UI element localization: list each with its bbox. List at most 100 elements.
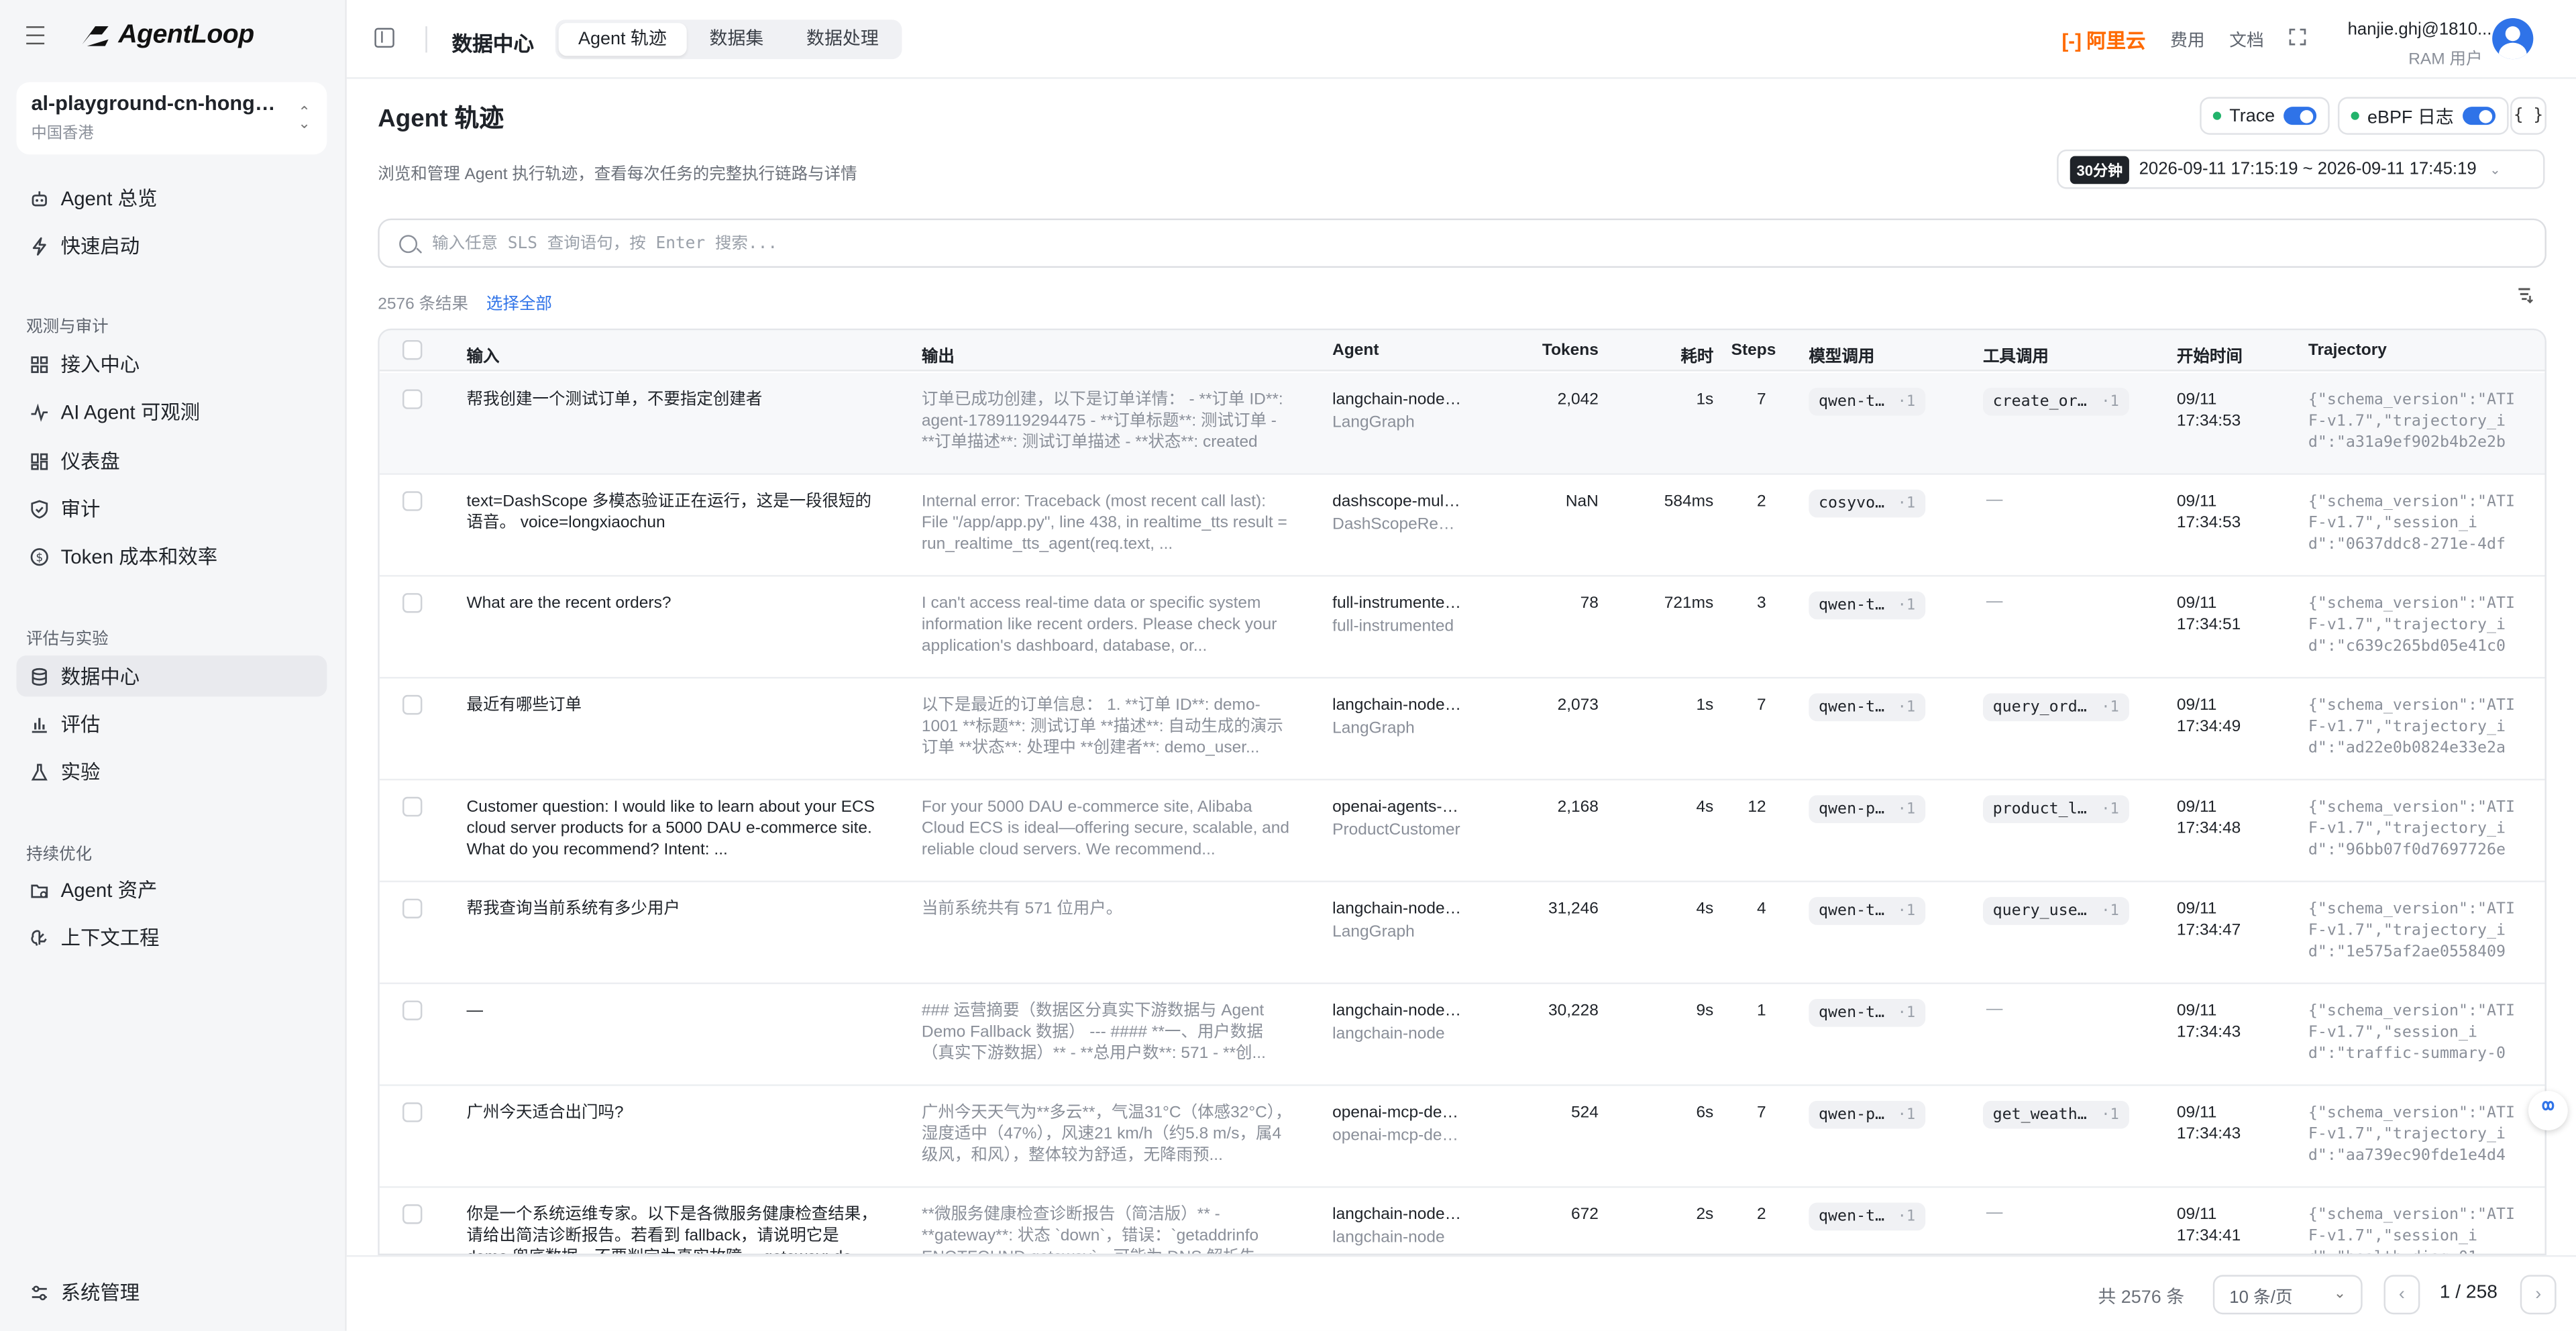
sidebar-item-evaluation[interactable]: 评估 bbox=[16, 703, 327, 744]
select-all-checkbox[interactable] bbox=[402, 339, 423, 360]
model-call-tag[interactable]: cosyvoice-v2 ·1 bbox=[1809, 489, 1925, 518]
cell-steps: 7 bbox=[1757, 696, 1766, 715]
avatar[interactable] bbox=[2492, 17, 2534, 60]
trace-toggle[interactable]: Trace bbox=[2200, 97, 2329, 135]
agent-name[interactable]: langchain-node-demo bbox=[1332, 695, 1464, 716]
row-checkbox[interactable] bbox=[402, 694, 423, 715]
agent-name[interactable]: full-instrumented-agent bbox=[1332, 593, 1464, 615]
tool-call-tag[interactable]: product_lookup ·1 bbox=[1982, 795, 2129, 823]
agent-name[interactable]: openai-agents-demo bbox=[1332, 797, 1464, 818]
sidebar-item-integration-center[interactable]: 接入中心 bbox=[16, 343, 327, 384]
billing-link[interactable]: 费用 bbox=[2170, 28, 2204, 53]
tab-datasets[interactable]: 数据集 bbox=[690, 23, 784, 56]
time-range-picker[interactable]: 30分钟 2026-09-11 17:15:19 ~ 2026-09-11 17… bbox=[2057, 149, 2545, 189]
bar-chart-icon bbox=[30, 714, 49, 733]
cell-trajectory[interactable]: {"schema_version":"ATIF-v1.7","trajector… bbox=[2308, 695, 2522, 759]
row-checkbox[interactable] bbox=[402, 796, 423, 817]
search-input[interactable] bbox=[432, 233, 2535, 252]
tab-data-processing[interactable]: 数据处理 bbox=[787, 23, 899, 56]
model-call-tag[interactable]: qwen-turbo ·1 bbox=[1809, 897, 1925, 925]
column-header-steps[interactable]: Steps bbox=[1713, 341, 1776, 360]
json-view-button[interactable]: { } bbox=[2510, 97, 2546, 135]
agent-name[interactable]: langchain-node-demo bbox=[1332, 389, 1464, 411]
cell-trajectory[interactable]: {"schema_version":"ATIF-v1.7","session_i… bbox=[2308, 1204, 2522, 1254]
row-checkbox[interactable] bbox=[402, 1000, 423, 1020]
aliyun-logo[interactable]: [-] 阿里云 bbox=[2061, 26, 2145, 54]
ebpf-log-toggle[interactable]: eBPF 日志 bbox=[2337, 97, 2508, 135]
cell-agent: openai-mcp-demo openai-mcp-demo bbox=[1332, 1102, 1464, 1147]
app-logo[interactable]: AgentLoop bbox=[79, 21, 254, 51]
search-bar[interactable] bbox=[378, 218, 2546, 268]
agent-name[interactable]: dashscope-multimodal bbox=[1332, 491, 1464, 513]
row-checkbox[interactable] bbox=[402, 1102, 423, 1122]
prev-page-button[interactable]: ‹ bbox=[2383, 1275, 2420, 1315]
sort-icon[interactable] bbox=[2515, 286, 2533, 309]
row-checkbox[interactable] bbox=[402, 389, 423, 409]
page-size-select[interactable]: 10 条/页 ⌄ bbox=[2212, 1275, 2363, 1315]
cell-trajectory[interactable]: {"schema_version":"ATIF-v1.7","session_i… bbox=[2308, 1000, 2522, 1065]
model-call-tag[interactable]: qwen-plus ·1 bbox=[1809, 1100, 1925, 1129]
model-call-tag[interactable]: qwen-turbo ·1 bbox=[1809, 591, 1925, 620]
column-header-tokens[interactable]: Tokens bbox=[1497, 341, 1599, 360]
row-checkbox[interactable] bbox=[402, 593, 423, 613]
assistant-float-icon[interactable] bbox=[2528, 1091, 2568, 1130]
model-call-tag[interactable]: qwen-plus ·1 bbox=[1809, 795, 1925, 823]
fullscreen-icon[interactable] bbox=[2288, 28, 2306, 51]
table-row[interactable]: Customer question: I would like to learn… bbox=[379, 780, 2545, 883]
sidebar-item-data-center[interactable]: 数据中心 bbox=[16, 655, 327, 697]
model-call-tag[interactable]: qwen-turbo ·1 bbox=[1809, 693, 1925, 722]
cell-trajectory[interactable]: {"schema_version":"ATIF-v1.7","trajector… bbox=[2308, 389, 2522, 454]
table-row[interactable]: What are the recent orders? I can't acces… bbox=[379, 577, 2545, 679]
column-header-start-time[interactable]: 开始时间 bbox=[2177, 341, 2243, 366]
model-call-tag[interactable]: qwen-turbo ·1 bbox=[1809, 998, 1925, 1027]
model-call-count: ·1 bbox=[1897, 495, 1916, 512]
sidebar-item-agent-assets[interactable]: Agent 资产 bbox=[16, 869, 327, 910]
cell-trajectory[interactable]: {"schema_version":"ATIF-v1.7","session_i… bbox=[2308, 491, 2522, 555]
table-row[interactable]: 广州今天适合出门吗? 广州今天天气为**多云**，气温31°C（体感32°C），湿… bbox=[379, 1086, 2545, 1188]
hamburger-menu-icon[interactable] bbox=[26, 26, 49, 49]
sidebar-item-audit[interactable]: 审计 bbox=[16, 488, 327, 529]
row-checkbox[interactable] bbox=[402, 491, 423, 511]
table-row[interactable]: — ### 运营摘要（数据区分真实下游数据与 Agent Demo Fallbac… bbox=[379, 984, 2545, 1086]
tab-agent-trajectory[interactable]: Agent 轨迹 bbox=[558, 23, 687, 56]
cell-trajectory[interactable]: {"schema_version":"ATIF-v1.7","trajector… bbox=[2308, 1102, 2522, 1167]
docs-link[interactable]: 文档 bbox=[2229, 28, 2263, 53]
tool-call-tag[interactable]: query_orders ·1 bbox=[1982, 693, 2129, 722]
sidebar-toggle-icon[interactable] bbox=[374, 28, 394, 48]
cell-trajectory[interactable]: {"schema_version":"ATIF-v1.7","trajector… bbox=[2308, 899, 2522, 963]
sidebar-item-agent-overview[interactable]: Agent 总览 bbox=[16, 177, 327, 218]
ebpf-switch[interactable] bbox=[2462, 107, 2495, 125]
cell-trajectory[interactable]: {"schema_version":"ATIF-v1.7","trajector… bbox=[2308, 593, 2522, 657]
tool-call-tag[interactable]: get_weather ·1 bbox=[1982, 1100, 2129, 1129]
agent-name[interactable]: openai-mcp-demo bbox=[1332, 1102, 1464, 1124]
agent-name[interactable]: langchain-node-demo bbox=[1332, 899, 1464, 920]
user-account-name[interactable]: hanjie.ghj@1810... bbox=[2348, 19, 2493, 39]
sidebar-item-label: 快速启动 bbox=[60, 235, 140, 258]
cell-trajectory[interactable]: {"schema_version":"ATIF-v1.7","trajector… bbox=[2308, 797, 2522, 861]
tool-call-tag[interactable]: create_order ·1 bbox=[1982, 387, 2129, 416]
table-row[interactable]: 你是一个系统运维专家。以下是各微服务健康检查结果，请给出简洁诊断报告。若看到 f… bbox=[380, 1188, 2545, 1254]
sidebar-item-context-engineering[interactable]: 上下文工程 bbox=[16, 917, 327, 958]
sidebar-item-token-cost[interactable]: $ Token 成本和效率 bbox=[16, 535, 327, 576]
sidebar-item-dashboard[interactable]: 仪表盘 bbox=[16, 440, 327, 481]
table-row[interactable]: 帮我查询当前系统有多少用户 当前系统共有 571 位用户。 langchain-no… bbox=[379, 882, 2545, 984]
model-call-tag[interactable]: qwen-turbo ·1 bbox=[1809, 387, 1925, 416]
row-checkbox[interactable] bbox=[402, 1204, 423, 1224]
agent-name[interactable]: langchain-node-demo bbox=[1332, 1204, 1464, 1226]
table-row[interactable]: text=DashScope 多模态验证正在运行，这是一段很短的语音。 voic… bbox=[379, 475, 2545, 577]
tool-call-tag[interactable]: query_users ·1 bbox=[1982, 897, 2129, 925]
sidebar-item-system-management[interactable]: 系统管理 bbox=[16, 1272, 327, 1313]
table-row[interactable]: 最近有哪些订单 以下是最近的订单信息： 1. **订单 ID**: demo-10… bbox=[379, 678, 2545, 781]
column-header-latency[interactable]: 耗时 bbox=[1628, 341, 1713, 366]
sidebar-item-experiment[interactable]: 实验 bbox=[16, 751, 327, 792]
select-all-link[interactable]: 选择全部 bbox=[486, 289, 552, 314]
region-selector[interactable]: al-playground-cn-hongkong 中国香港 ⌃ ⌄ bbox=[16, 82, 327, 155]
trace-switch[interactable] bbox=[2283, 107, 2316, 125]
row-checkbox[interactable] bbox=[402, 898, 423, 918]
model-call-tag[interactable]: qwen-turbo ·1 bbox=[1809, 1202, 1925, 1231]
sidebar-item-quick-start[interactable]: 快速启动 bbox=[16, 225, 327, 266]
next-page-button[interactable]: › bbox=[2520, 1275, 2557, 1315]
agent-name[interactable]: langchain-node-demo bbox=[1332, 1000, 1464, 1022]
table-row[interactable]: 帮我创建一个测试订单，不要指定创建者 订单已成功创建，以下是订单详情： - **订… bbox=[379, 372, 2545, 475]
sidebar-item-ai-agent-observability[interactable]: AI Agent 可观测 bbox=[16, 391, 327, 432]
